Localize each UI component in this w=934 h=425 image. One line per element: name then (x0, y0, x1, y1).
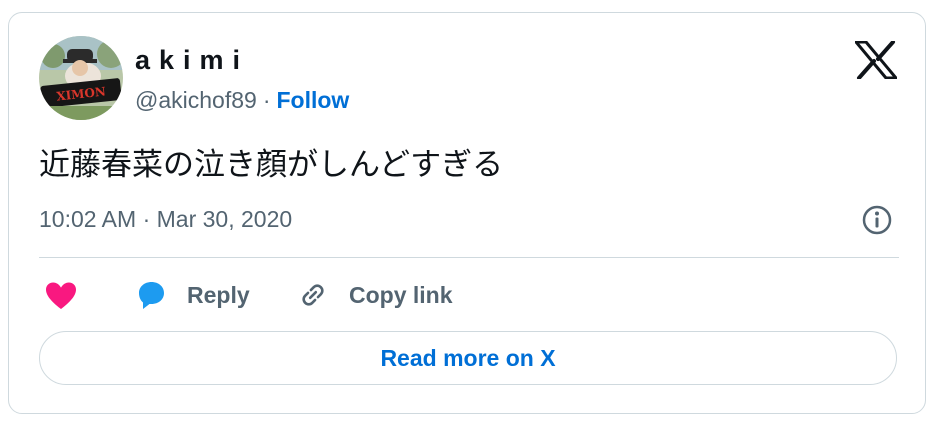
x-logo-icon[interactable] (854, 40, 898, 80)
speech-bubble-icon (139, 282, 164, 309)
tweet-timestamp[interactable]: 10:02 AM · Mar 30, 2020 (39, 204, 292, 234)
avatar-photo: XIMON (39, 36, 123, 120)
avatar[interactable]: XIMON (39, 36, 123, 120)
reply-button[interactable]: Reply (135, 275, 250, 315)
separator-dot: · (262, 87, 271, 113)
author-display-name[interactable]: akimi (135, 43, 249, 77)
copy-link-label: Copy link (349, 281, 453, 308)
heart-icon[interactable] (45, 281, 77, 311)
link-icon (302, 284, 324, 306)
info-icon[interactable] (861, 204, 893, 236)
author-handle[interactable]: @akichof89 (135, 87, 257, 113)
tweet-text: 近藤春菜の泣き顔がしんどすぎる (39, 147, 504, 182)
read-more-button[interactable]: Read more on X (39, 331, 897, 385)
reply-label: Reply (187, 281, 250, 308)
divider (39, 257, 899, 258)
copy-link-button[interactable]: Copy link (297, 275, 453, 315)
author-handle-row: @akichof89 · Follow (135, 85, 349, 115)
follow-link[interactable]: Follow (276, 87, 349, 113)
tweet-embed-card: XIMON akimi @akichof89 · Follow 近藤春菜の泣き顔がし… (8, 12, 926, 414)
